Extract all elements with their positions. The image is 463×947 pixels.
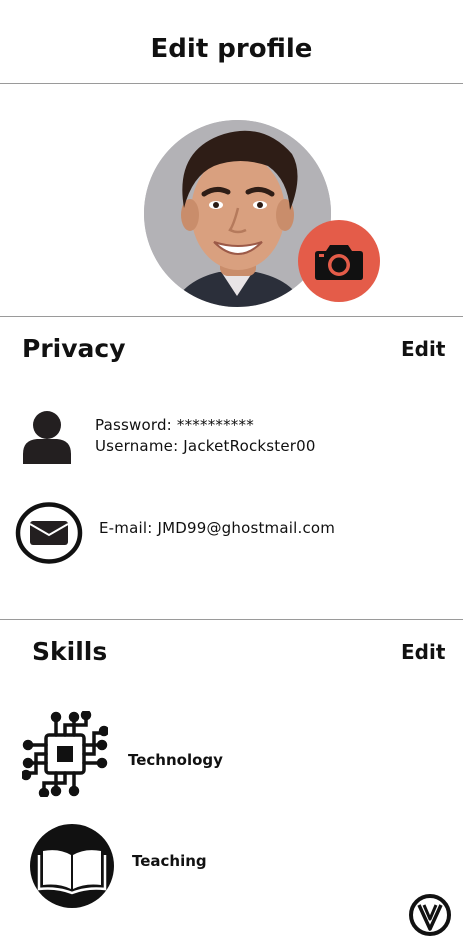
user-icon	[22, 410, 72, 468]
password-value: **********	[176, 416, 254, 434]
username-value: JacketRockster00	[183, 437, 316, 455]
privacy-title: Privacy	[22, 334, 126, 363]
privacy-edit-button[interactable]: Edit	[401, 337, 445, 361]
vv-logo-icon[interactable]	[408, 893, 452, 941]
envelope-icon	[15, 502, 83, 568]
circuit-chip-icon	[20, 709, 110, 801]
camera-icon	[315, 245, 363, 280]
email-row: E-mail: JMD99@ghostmail.com	[99, 519, 336, 537]
skills-title: Skills	[32, 637, 108, 666]
password-row: Password: **********	[95, 416, 254, 434]
email-value: JMD99@ghostmail.com	[157, 519, 336, 537]
privacy-divider	[0, 316, 463, 317]
skills-divider	[0, 619, 463, 620]
page-title: Edit profile	[150, 34, 313, 64]
skills-edit-button[interactable]: Edit	[401, 640, 445, 664]
change-photo-button[interactable]	[298, 220, 380, 302]
skill-teaching-label: Teaching	[132, 852, 207, 870]
skill-technology-label: Technology	[128, 751, 223, 769]
header-divider	[0, 83, 463, 84]
username-row: Username: JacketRockster00	[95, 437, 316, 455]
open-book-icon	[29, 823, 115, 913]
credentials-info: Password: ********** Username: JacketRoc…	[95, 415, 316, 457]
